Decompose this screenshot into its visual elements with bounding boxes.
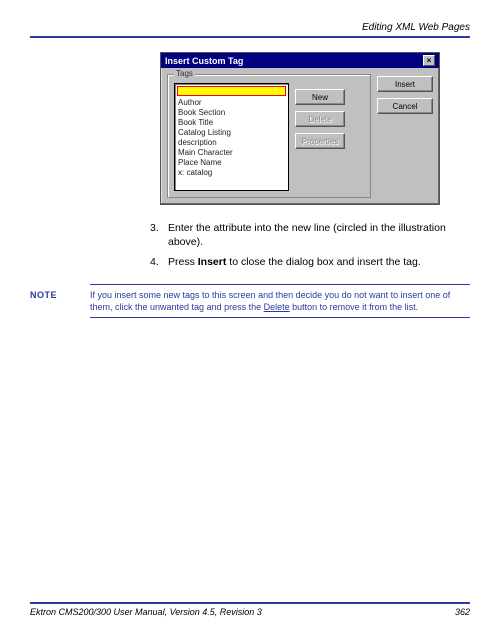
page-header: Editing XML Web Pages [30,22,470,36]
list-item[interactable]: Main Character [175,148,288,158]
properties-button[interactable]: Properties [295,133,345,149]
instruction-item: 3. Enter the attribute into the new line… [150,221,470,249]
tags-groupbox: Tags Author Book Section Book Title Cata… [167,74,371,198]
list-item[interactable]: description [175,138,288,148]
instruction-item: 4. Press Insert to close the dialog box … [150,255,470,269]
page-number: 362 [455,607,470,617]
list-item[interactable]: x: catalog [175,168,288,178]
dialog-titlebar: Insert Custom Tag × [161,53,439,68]
dialog-screenshot: Insert Custom Tag × Tags Author Book Sec… [160,52,470,205]
list-item[interactable]: Book Title [175,118,288,128]
page-footer: Ektron CMS200/300 User Manual, Version 4… [30,602,470,617]
note-block: NOTE If you insert some new tags to this… [30,289,470,313]
footer-left: Ektron CMS200/300 User Manual, Version 4… [30,607,262,617]
note-rule-top [90,284,470,285]
header-rule [30,36,470,38]
list-item[interactable]: Place Name [175,158,288,168]
delete-button[interactable]: Delete [295,111,345,127]
dialog-title: Insert Custom Tag [165,56,243,66]
list-item[interactable]: Author [175,98,288,108]
step-number: 4. [150,255,168,269]
close-icon[interactable]: × [423,55,435,66]
insert-button[interactable]: Insert [377,76,433,92]
list-item[interactable]: Catalog Listing [175,128,288,138]
step-number: 3. [150,221,168,249]
note-label: NOTE [30,289,80,313]
step-text: Press Insert to close the dialog box and… [168,255,470,269]
note-rule-bottom [90,317,470,318]
new-button[interactable]: New [295,89,345,105]
insert-custom-tag-dialog: Insert Custom Tag × Tags Author Book Sec… [160,52,440,205]
section-title: Editing XML Web Pages [362,22,470,33]
note-text: If you insert some new tags to this scre… [90,289,470,313]
instruction-list: 3. Enter the attribute into the new line… [150,221,470,270]
list-item[interactable]: Book Section [175,108,288,118]
cancel-button[interactable]: Cancel [377,98,433,114]
new-tag-highlight[interactable] [177,86,286,96]
footer-rule [30,602,470,604]
step-text: Enter the attribute into the new line (c… [168,221,470,249]
groupbox-label: Tags [174,69,195,78]
tags-listbox[interactable]: Author Book Section Book Title Catalog L… [174,83,289,191]
